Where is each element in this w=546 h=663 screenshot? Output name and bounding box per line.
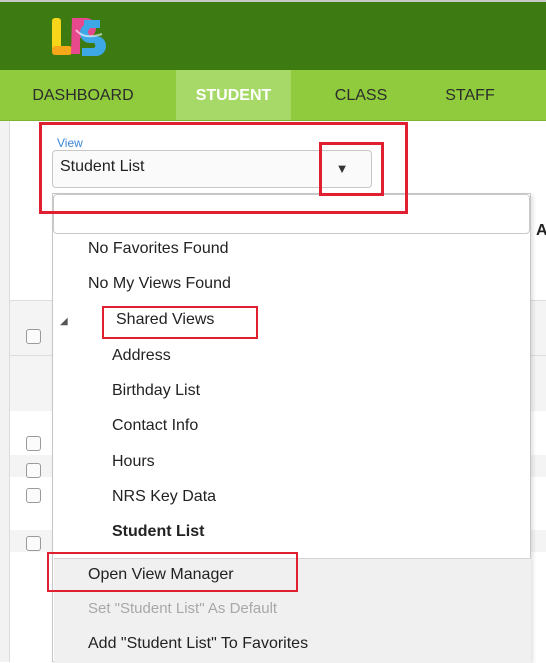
tree-expanded-icon[interactable]: ◢	[60, 316, 68, 327]
background-cut-text: A	[536, 222, 546, 239]
highlight-shared-views	[102, 306, 258, 339]
tab-dashboard[interactable]: DASHBOARD	[24, 70, 142, 120]
row-checkbox[interactable]	[26, 463, 41, 478]
view-option-birthday-list[interactable]: Birthday List	[112, 382, 200, 400]
no-my-views-text: No My Views Found	[88, 275, 231, 292]
view-option-hours[interactable]: Hours	[112, 453, 155, 471]
view-option-student-list[interactable]: Student List	[112, 523, 204, 541]
tab-class[interactable]: CLASS	[318, 70, 404, 120]
no-favorites-text: No Favorites Found	[88, 240, 229, 257]
tab-student[interactable]: STUDENT	[176, 70, 291, 120]
row-checkbox[interactable]	[26, 436, 41, 451]
left-panel-edge	[0, 121, 10, 662]
select-all-checkbox[interactable]	[26, 329, 41, 344]
row-checkbox[interactable]	[26, 536, 41, 551]
highlight-dropdown-arrow	[319, 142, 384, 196]
set-default-button[interactable]: Set "Student List" As Default	[88, 600, 277, 617]
row-checkbox[interactable]	[26, 488, 41, 503]
tab-staff[interactable]: STAFF	[432, 70, 508, 120]
view-option-nrs-key-data[interactable]: NRS Key Data	[112, 488, 216, 506]
main-nav: DASHBOARD STUDENT CLASS STAFF	[0, 70, 546, 121]
add-to-favorites-button[interactable]: Add "Student List" To Favorites	[88, 635, 308, 653]
view-option-address[interactable]: Address	[112, 347, 171, 365]
app-header	[0, 2, 546, 70]
highlight-open-view-manager	[47, 552, 298, 592]
app-logo[interactable]	[48, 12, 120, 62]
view-option-contact-info[interactable]: Contact Info	[112, 417, 198, 435]
